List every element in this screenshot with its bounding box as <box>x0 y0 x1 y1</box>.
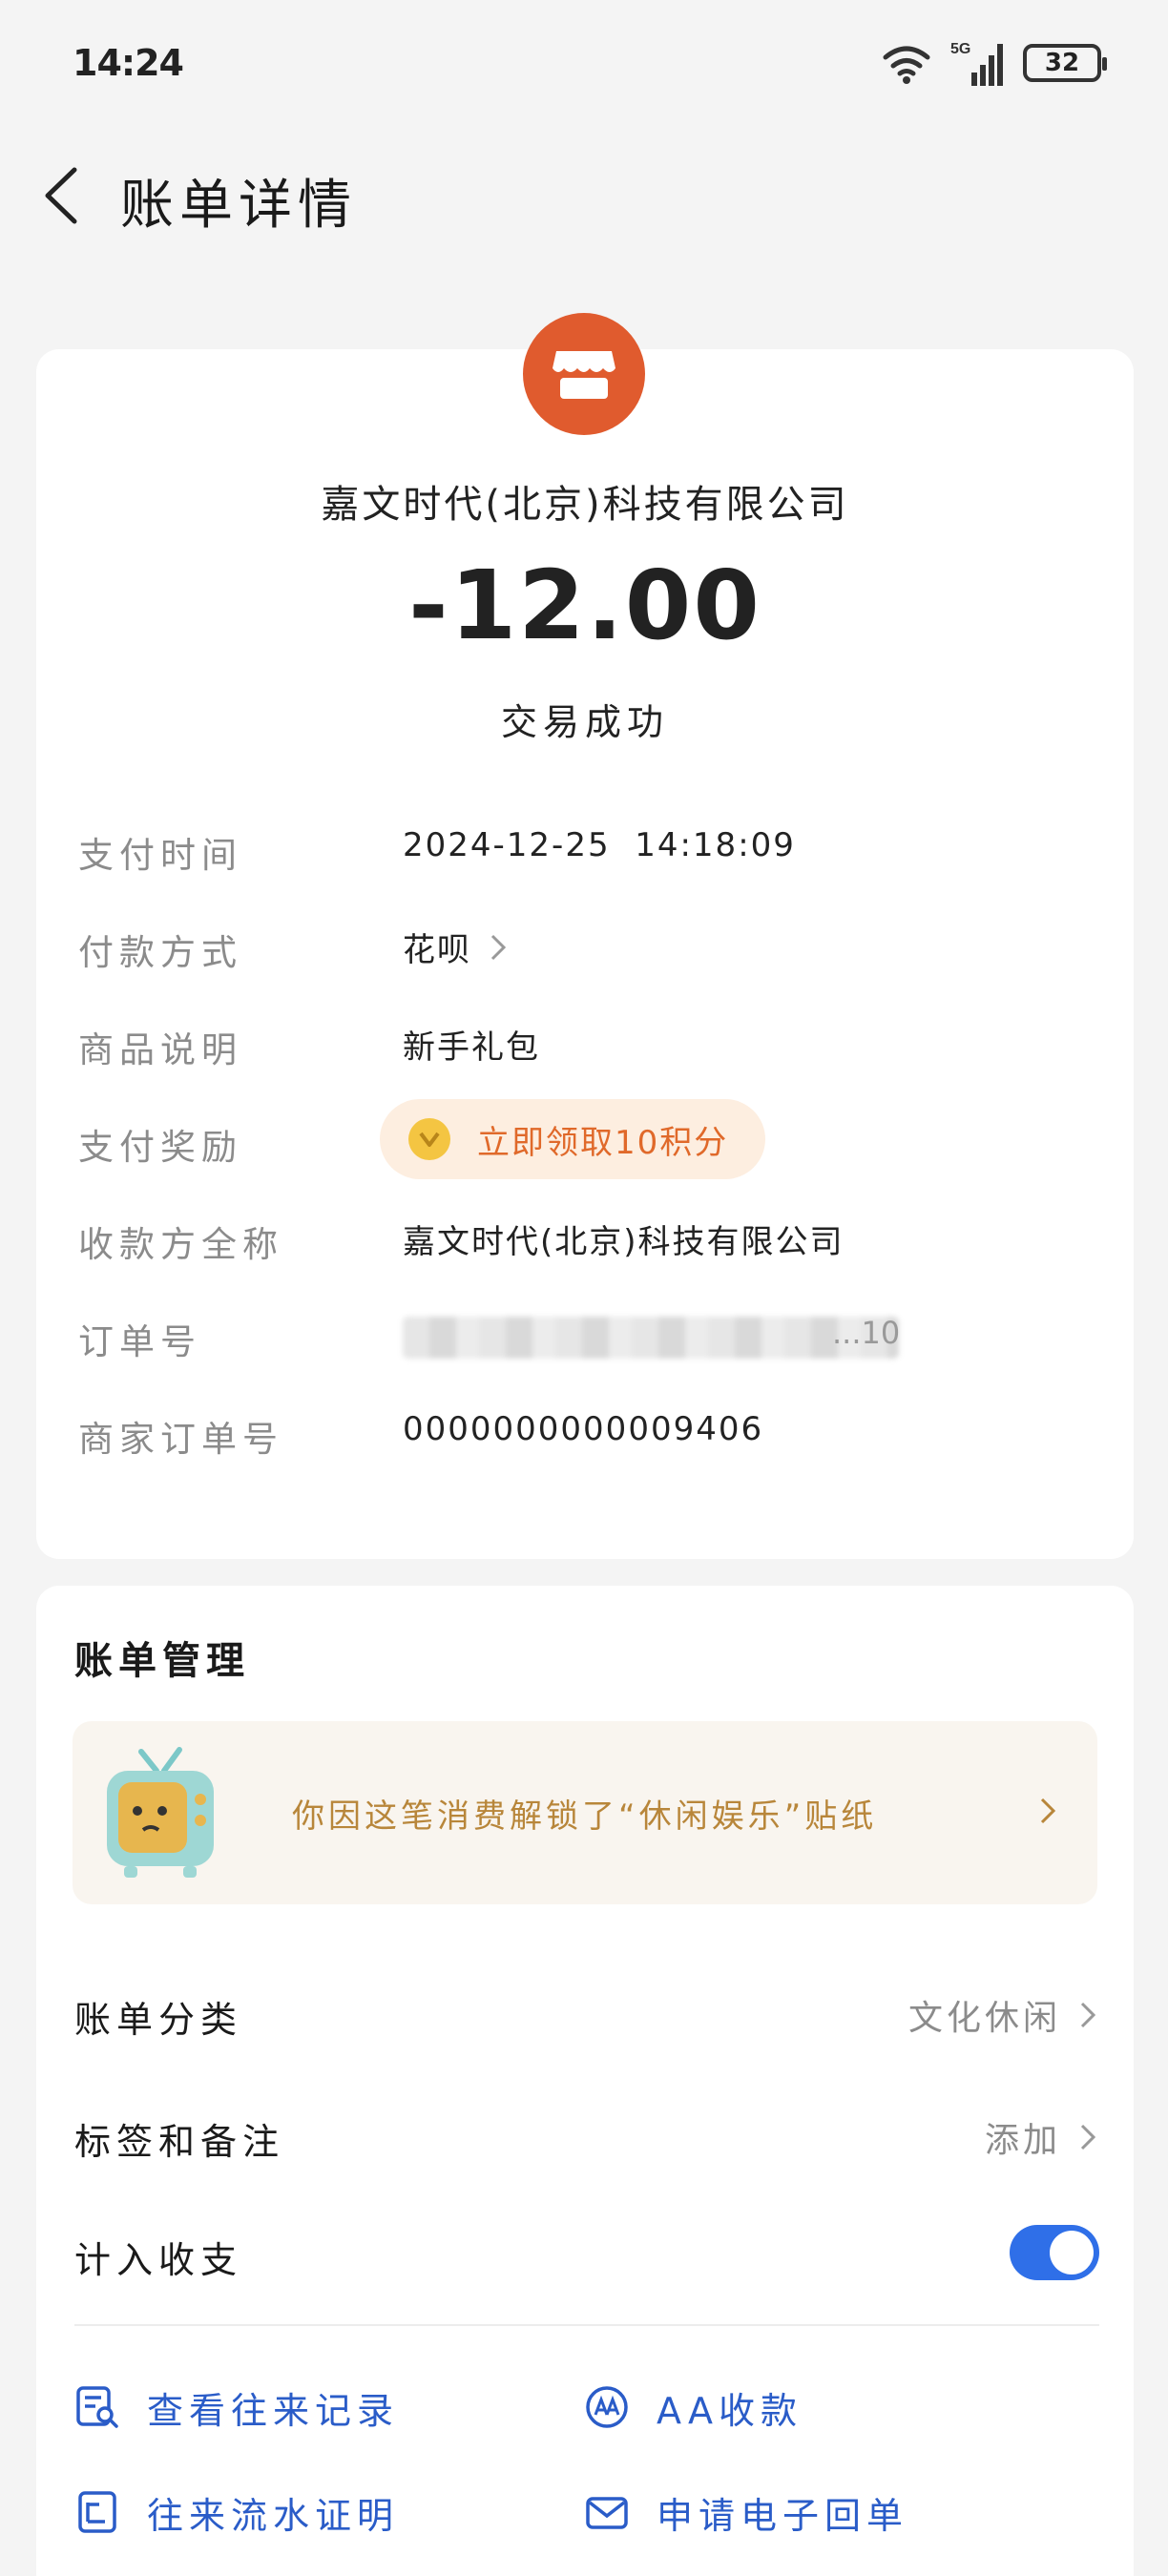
merchant-order-label: 商家订单号 <box>78 1419 283 1460</box>
order-no-masked <box>403 1317 899 1359</box>
header: 账单详情 <box>0 134 1168 258</box>
merchant-logo <box>523 313 645 435</box>
network-type: 5G <box>950 41 970 57</box>
bill-management-card: 账单管理 你因这笔消费解锁了“休闲娱乐”贴纸 账单分类 文化休闲 标签和备注 添… <box>36 1586 1134 2576</box>
chevron-right-icon <box>1080 2124 1096 2150</box>
chevron-right-icon <box>1080 2002 1096 2028</box>
order-no-tail: ...10 <box>832 1315 901 1351</box>
row-merchant-order: 商家订单号 0000000000009406 <box>78 1401 1090 1467</box>
sticker-text: 你因这笔消费解锁了“休闲娱乐”贴纸 <box>292 1797 878 1836</box>
wifi-icon <box>883 46 930 84</box>
merchant-order-value: 0000000000009406 <box>403 1410 764 1448</box>
pay-time-label: 支付时间 <box>78 835 242 876</box>
aa-collect-button[interactable]: AA收款 <box>584 2374 803 2441</box>
include-toggle[interactable] <box>1010 2225 1099 2280</box>
view-history-button[interactable]: 查看往来记录 <box>74 2374 399 2441</box>
record-search-icon <box>76 2386 118 2428</box>
transaction-proof-label: 往来流水证明 <box>147 2494 400 2537</box>
tags-row[interactable]: 标签和备注 添加 <box>74 2099 1099 2175</box>
product-value: 新手礼包 <box>403 1028 540 1067</box>
toggle-knob <box>1050 2231 1094 2275</box>
transaction-proof-button[interactable]: 往来流水证明 <box>74 2479 399 2545</box>
tv-mascot-icon <box>107 1747 214 1878</box>
product-label: 商品说明 <box>78 1029 242 1070</box>
status-bar: 14:24 5G 32 <box>0 0 1168 134</box>
amount: -12.00 <box>408 550 761 661</box>
tags-value[interactable]: 添加 <box>985 2112 1099 2162</box>
section-title: 账单管理 <box>74 1639 250 1683</box>
e-receipt-button[interactable]: 申请电子回单 <box>584 2479 908 2545</box>
tags-text: 添加 <box>984 2121 1061 2160</box>
chevron-right-icon <box>490 934 507 960</box>
page-title: 账单详情 <box>120 175 357 237</box>
signal-icon: 5G <box>950 41 1003 86</box>
view-history-label: 查看往来记录 <box>147 2389 400 2432</box>
row-product: 商品说明 新手礼包 <box>78 1011 1090 1078</box>
payee-label: 收款方全称 <box>78 1224 283 1265</box>
status-icons: 5G 32 <box>878 38 1107 88</box>
category-value[interactable]: 文化休闲 <box>908 1990 1099 2040</box>
pay-method-text: 花呗 <box>403 931 471 969</box>
chevron-right-icon <box>1040 1797 1056 1824</box>
claim-reward-button[interactable]: 立即领取10积分 <box>380 1099 765 1179</box>
row-reward: 支付奖励 立即领取10积分 <box>78 1099 1090 1179</box>
category-label: 账单分类 <box>74 1999 243 2041</box>
battery-indicator: 32 <box>1023 44 1107 82</box>
envelope-icon <box>586 2497 628 2529</box>
payee-value: 嘉文时代(北京)科技有限公司 <box>403 1223 845 1261</box>
e-receipt-label: 申请电子回单 <box>657 2494 909 2537</box>
row-payee: 收款方全称 嘉文时代(北京)科技有限公司 <box>78 1206 1090 1273</box>
row-pay-time: 支付时间 2024-12-25 14:18:09 <box>78 817 1090 883</box>
category-text: 文化休闲 <box>907 1999 1061 2038</box>
tags-label: 标签和备注 <box>74 2121 285 2163</box>
include-label: 计入收支 <box>74 2239 243 2281</box>
back-arrow-icon[interactable] <box>38 162 86 229</box>
bill-detail-card: 嘉文时代(北京)科技有限公司 -12.00 交易成功 支付时间 2024-12-… <box>36 313 1134 1559</box>
row-order-no: 订单号 ...10 <box>78 1303 1090 1370</box>
include-row: 计入收支 <box>74 2217 1099 2294</box>
sticker-banner[interactable]: 你因这笔消费解锁了“休闲娱乐”贴纸 <box>73 1721 1097 1904</box>
reward-text: 立即领取10积分 <box>477 1123 729 1162</box>
category-row[interactable]: 账单分类 文化休闲 <box>74 1977 1099 2053</box>
pay-time-value: 2024-12-25 14:18:09 <box>403 826 796 864</box>
aa-icon <box>586 2386 628 2428</box>
row-pay-method[interactable]: 付款方式 花呗 <box>78 914 1090 981</box>
status-time: 14:24 <box>73 42 184 84</box>
reward-label: 支付奖励 <box>78 1127 242 1168</box>
shop-icon <box>553 351 615 399</box>
divider <box>74 2324 1099 2326</box>
merchant-name: 嘉文时代(北京)科技有限公司 <box>321 483 849 527</box>
order-no-label: 订单号 <box>78 1321 201 1362</box>
coin-icon <box>408 1118 450 1160</box>
transaction-status: 交易成功 <box>500 701 669 743</box>
aa-collect-label: AA收款 <box>657 2389 803 2432</box>
pay-method-value[interactable]: 花呗 <box>403 924 510 970</box>
document-icon <box>78 2491 116 2533</box>
pay-method-label: 付款方式 <box>78 932 242 973</box>
